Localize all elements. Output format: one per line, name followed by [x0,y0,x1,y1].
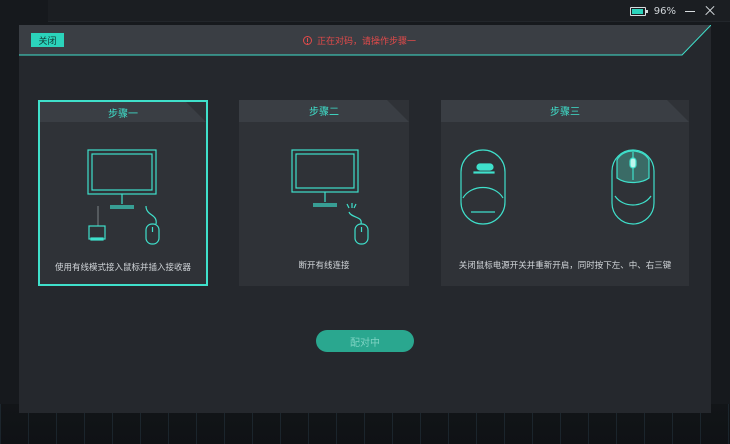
alert-icon [303,35,312,45]
title-bar [48,0,730,22]
step-2-description: 断开有线连接 [298,261,350,271]
mouse-power-buttons-illustration [460,149,655,225]
pairing-dialog: 关闭 正在对码，请操作步骤一 步骤一 使用有线模式接入鼠标并插入接收器 步骤二 … [19,25,711,413]
step-3-description: 关闭鼠标电源开关并重新开启，同时按下左、中、右三键 [458,261,672,271]
dialog-close-button[interactable]: 关闭 [31,33,64,47]
monitor-receiver-mouse-illustration [87,149,160,245]
minimize-icon[interactable] [684,5,696,17]
step-card-1[interactable]: 步骤一 使用有线模式接入鼠标并插入接收器 [38,100,208,286]
system-tray: 96% [629,3,716,19]
window-close-icon[interactable] [704,5,716,17]
battery-percent: 96% [653,5,676,17]
step-card-3[interactable]: 步骤三 关闭鼠标电源开关并重新开启，同时按下左、中、右三键 [441,100,689,286]
step-card-2[interactable]: 步骤二 断开有线连接 [239,100,409,286]
status-text: 正在对码，请操作步骤一 [317,36,417,47]
monitor-unplug-illustration [291,149,369,245]
step-1-description: 使用有线模式接入鼠标并插入接收器 [54,263,191,273]
pairing-status: 正在对码，请操作步骤一 [303,34,417,47]
pairing-button[interactable]: 配对中 [316,330,414,352]
battery-icon [629,6,648,16]
